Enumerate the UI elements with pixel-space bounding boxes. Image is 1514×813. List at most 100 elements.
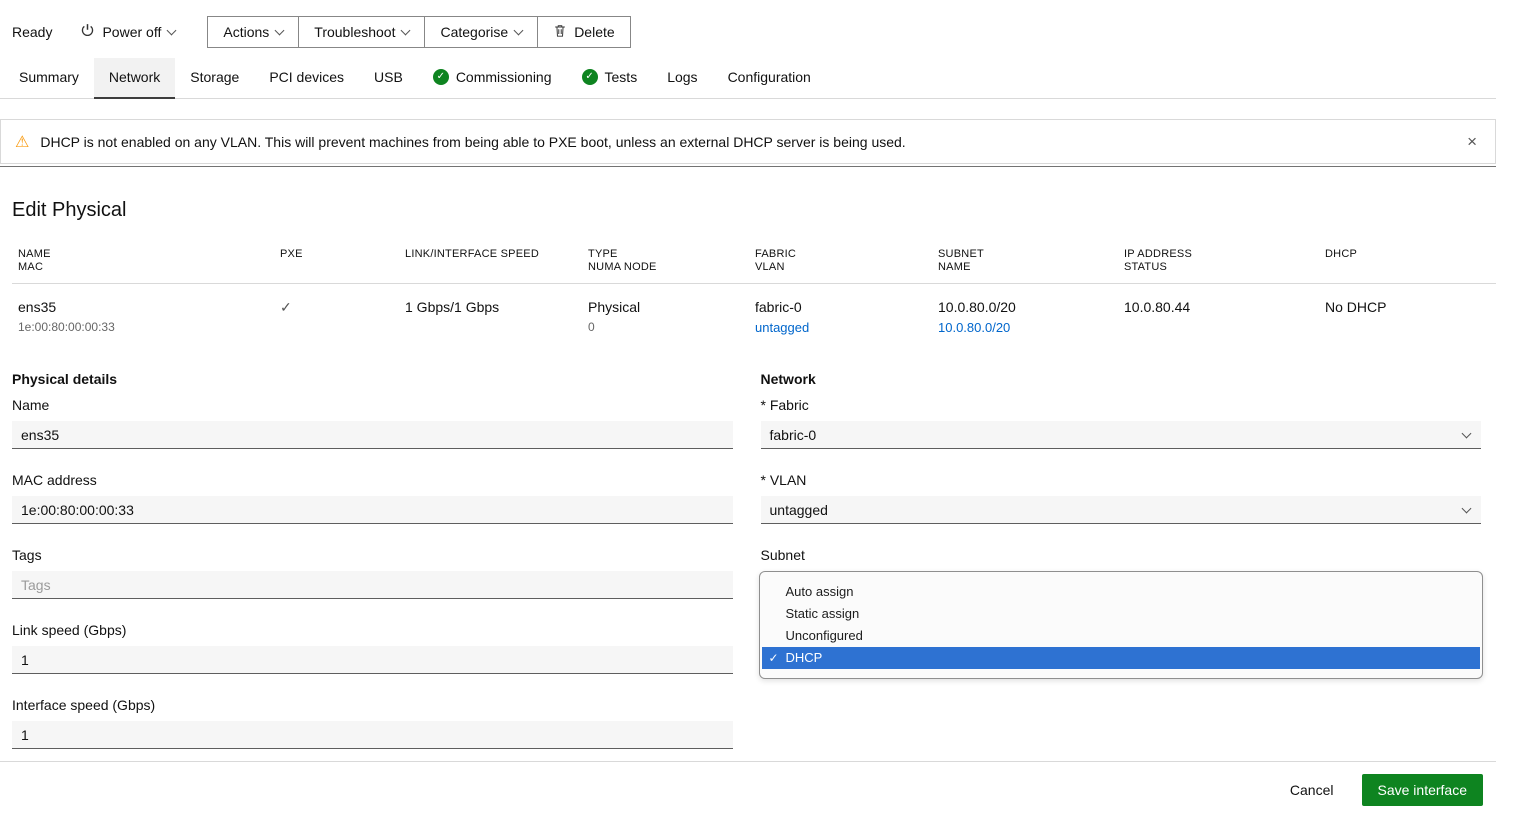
close-icon[interactable]: × (1463, 132, 1481, 152)
warning-icon: ⚠ (15, 132, 29, 152)
tags-field-group: Tags (12, 547, 733, 599)
chevron-down-icon (401, 25, 411, 35)
subnet-field-group: Subnet ✓ Auto assign ✓ Static assign ✓ U… (761, 547, 1482, 679)
vlan-select-value: untagged (770, 502, 828, 518)
troubleshoot-button[interactable]: Troubleshoot (299, 17, 425, 47)
tab-label: PCI devices (269, 69, 344, 85)
dhcp-status: No DHCP (1325, 299, 1496, 316)
fabric-select[interactable]: fabric-0 (761, 421, 1482, 449)
tab-label: Logs (667, 69, 697, 85)
tab-configuration[interactable]: Configuration (713, 58, 826, 99)
subnet-label: Subnet (761, 547, 1482, 563)
tags-input[interactable] (12, 571, 733, 599)
tab-label: Configuration (728, 69, 811, 85)
power-off-button[interactable]: Power off (80, 23, 175, 41)
name-label: Name (12, 397, 733, 413)
option-label: Auto assign (786, 584, 854, 599)
tab-network[interactable]: Network (94, 58, 175, 99)
save-interface-button[interactable]: Save interface (1362, 774, 1484, 806)
machine-actions-group: Actions Troubleshoot Categorise Delete (207, 16, 630, 48)
footer-divider (0, 761, 1496, 762)
mac-input[interactable] (12, 496, 733, 524)
tab-usb[interactable]: USB (359, 58, 418, 99)
tags-label: Tags (12, 547, 733, 563)
col-pxe: PXE (280, 248, 405, 274)
network-heading: Network (761, 371, 1482, 387)
vlan-label: * VLAN (761, 472, 1482, 488)
header-status: STATUS (1124, 261, 1325, 274)
link-speed-label: Link speed (Gbps) (12, 622, 733, 638)
success-check-icon: ✓ (582, 69, 598, 85)
fabric-select-value: fabric-0 (770, 427, 817, 443)
interface-speed: 1 Gbps/1 Gbps (405, 299, 588, 316)
name-field-group: Name (12, 397, 733, 449)
header-pxe: PXE (280, 248, 405, 261)
power-button-label: Power off (102, 24, 161, 40)
actions-button[interactable]: Actions (208, 17, 299, 47)
col-fabric-vlan: FABRIC VLAN (755, 248, 938, 274)
tab-tests[interactable]: ✓ Tests (567, 58, 653, 99)
tab-label: Storage (190, 69, 239, 85)
interface-speed-input[interactable] (12, 721, 733, 749)
header-vlan: VLAN (755, 261, 938, 274)
vlan-select[interactable]: untagged (761, 496, 1482, 524)
subnet-option-auto-assign[interactable]: ✓ Auto assign (762, 581, 1481, 603)
header-type: TYPE (588, 248, 755, 261)
cancel-button[interactable]: Cancel (1276, 774, 1348, 806)
tab-logs[interactable]: Logs (652, 58, 712, 99)
subnet-option-unconfigured[interactable]: ✓ Unconfigured (762, 625, 1481, 647)
name-input[interactable] (12, 421, 733, 449)
option-label: Unconfigured (786, 628, 863, 643)
categorise-button-label: Categorise (440, 24, 508, 40)
cell-name-mac: ens35 1e:00:80:00:00:33 (18, 299, 280, 335)
interface-speed-field-group: Interface speed (Gbps) (12, 697, 733, 749)
section-divider (0, 166, 1496, 167)
cell-pxe: ✓ (280, 299, 405, 335)
tab-summary[interactable]: Summary (4, 58, 94, 99)
subnet-link[interactable]: 10.0.80.0/20 (938, 320, 1010, 335)
interface-speed-label: Interface speed (Gbps) (12, 697, 733, 713)
cell-subnet: 10.0.80.0/20 10.0.80.0/20 (938, 299, 1124, 335)
option-label: DHCP (786, 650, 823, 665)
col-ip-status: IP ADDRESS STATUS (1124, 248, 1325, 274)
link-speed-field-group: Link speed (Gbps) (12, 622, 733, 674)
interface-table: NAME MAC PXE LINK/INTERFACE SPEED TYPE N… (12, 248, 1496, 349)
tab-storage[interactable]: Storage (175, 58, 254, 99)
col-name-mac: NAME MAC (18, 248, 280, 274)
tab-label: USB (374, 69, 403, 85)
col-dhcp: DHCP (1325, 248, 1496, 274)
header-ip: IP ADDRESS (1124, 248, 1325, 261)
option-label: Static assign (786, 606, 860, 621)
header-dhcp: DHCP (1325, 248, 1496, 261)
physical-details-heading: Physical details (12, 371, 733, 387)
header-speed: LINK/INTERFACE SPEED (405, 248, 588, 261)
subnet-option-dhcp[interactable]: ✓ DHCP (762, 647, 1481, 669)
table-row: ens35 1e:00:80:00:00:33 ✓ 1 Gbps/1 Gbps … (12, 284, 1496, 349)
cell-ip: 10.0.80.44 (1124, 299, 1325, 335)
col-subnet-name: SUBNET NAME (938, 248, 1124, 274)
categorise-button[interactable]: Categorise (425, 17, 538, 47)
ip-address: 10.0.80.44 (1124, 299, 1325, 316)
tab-commissioning[interactable]: ✓ Commissioning (418, 58, 567, 99)
machine-action-bar: Ready Power off Actions Troubleshoot Cat… (12, 16, 1514, 48)
machine-network-page: eager-quail.maas Ready Power off Actions… (0, 0, 1514, 799)
tab-pci-devices[interactable]: PCI devices (254, 58, 359, 99)
header-name: NAME (18, 248, 280, 261)
power-icon (80, 23, 95, 41)
machine-tabs: Summary Network Storage PCI devices USB … (0, 58, 1496, 99)
tab-label: Commissioning (456, 69, 552, 85)
actions-button-label: Actions (223, 24, 269, 40)
fabric-value: fabric-0 (755, 299, 938, 316)
cell-type-numa: Physical 0 (588, 299, 755, 335)
interface-type: Physical (588, 299, 755, 316)
link-speed-input[interactable] (12, 646, 733, 674)
interface-name: ens35 (18, 299, 280, 316)
banner-message: DHCP is not enabled on any VLAN. This wi… (40, 134, 905, 150)
tab-label: Tests (605, 69, 638, 85)
subnet-option-static-assign[interactable]: ✓ Static assign (762, 603, 1481, 625)
header-numa: NUMA NODE (588, 261, 755, 274)
success-check-icon: ✓ (433, 69, 449, 85)
header-fabric: FABRIC (755, 248, 938, 261)
vlan-link[interactable]: untagged (755, 320, 809, 335)
delete-button[interactable]: Delete (538, 17, 629, 47)
